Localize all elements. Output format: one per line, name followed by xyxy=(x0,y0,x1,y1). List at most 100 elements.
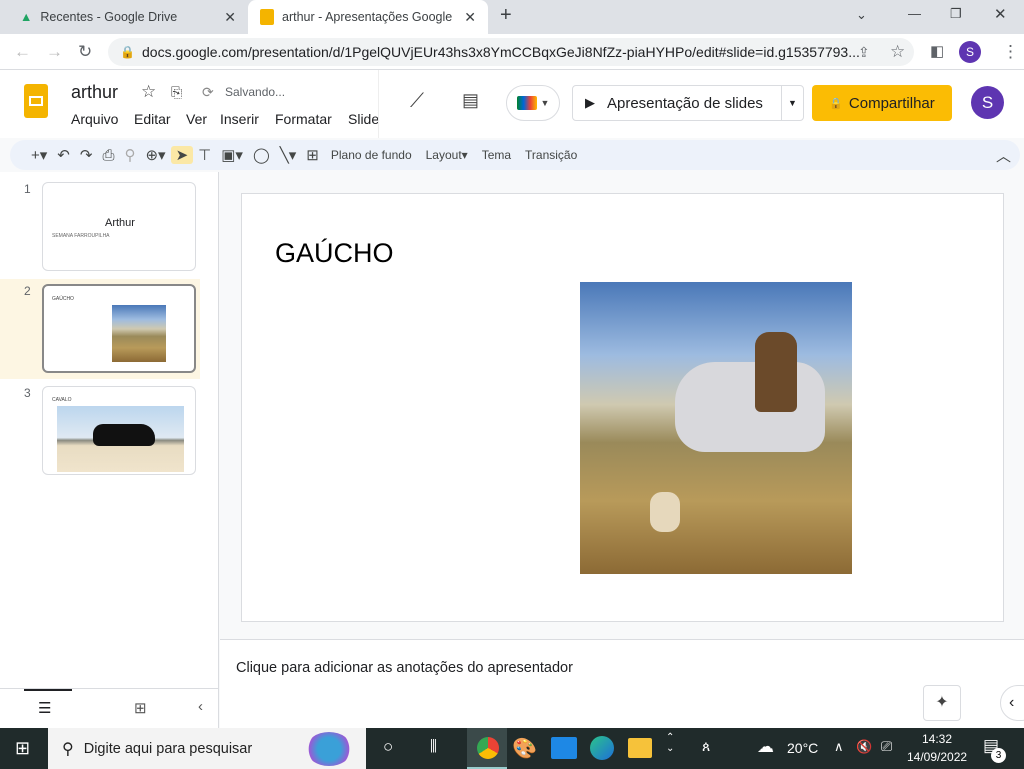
meet-button[interactable]: ▼ xyxy=(506,85,560,121)
show-hidden-icons[interactable]: ∧ xyxy=(834,739,844,755)
line-icon[interactable]: ╲▾ xyxy=(275,146,302,164)
side-panel-icon[interactable]: ◧ xyxy=(930,42,944,60)
layout-label: Layout xyxy=(425,148,462,162)
shape-icon[interactable]: ◯ xyxy=(248,146,275,164)
slide-thumbnail-2[interactable]: GAÚCHO xyxy=(42,284,196,373)
saving-icon: ⟳ xyxy=(202,84,214,100)
close-window-icon[interactable]: ✕ xyxy=(994,5,1007,23)
lock-icon: 🔒 xyxy=(829,97,843,110)
filmstrip-footer: ☰ ⊞ ‹ xyxy=(0,688,219,728)
mail-icon[interactable] xyxy=(551,737,577,759)
search-highlight-globe-icon xyxy=(306,731,352,766)
chevron-down-icon: ▼ xyxy=(540,98,550,108)
notes-placeholder: Clique para adicionar as anotações do ap… xyxy=(236,660,573,676)
share-button[interactable]: 🔒 Compartilhar xyxy=(812,85,952,121)
windows-start-icon[interactable]: ⊞ xyxy=(15,738,30,759)
slide-thumbnail-1[interactable]: Arthur SEMANA FARROUPILHA xyxy=(42,182,196,271)
slide-number: 1 xyxy=(24,182,31,196)
undo-icon[interactable]: ↶ xyxy=(52,146,75,164)
back-icon[interactable]: ← xyxy=(14,42,31,62)
slide-title[interactable]: GAÚCHO xyxy=(275,238,394,269)
filmstrip-view-icon[interactable]: ☰ xyxy=(38,699,51,717)
slideshow-options-chevron-icon[interactable]: ▼ xyxy=(781,85,803,121)
browser-tab-bar: ▲ Recentes - Google Drive ✕ arthur - Apr… xyxy=(0,0,1024,34)
url-text: docs.google.com/presentation/d/1PgelQUVj… xyxy=(142,44,860,60)
account-avatar[interactable]: S xyxy=(971,86,1004,119)
gaucho-horse-image[interactable] xyxy=(580,282,852,574)
minimize-icon[interactable]: — xyxy=(908,6,921,21)
paint-icon[interactable]: 🎨 xyxy=(512,736,537,761)
slideshow-button[interactable]: ▶ Apresentação de slides ▼ xyxy=(572,85,804,121)
menu-arquivo[interactable]: Arquivo xyxy=(71,111,118,127)
url-input[interactable]: 🔒 docs.google.com/presentation/d/1PgelQU… xyxy=(108,38,914,66)
menu-editar[interactable]: Editar xyxy=(134,111,171,127)
close-tab-icon[interactable]: ✕ xyxy=(224,9,236,26)
taskbar-scroll-icon[interactable]: ⌃ ⌄ xyxy=(666,732,674,754)
bookmark-star-icon[interactable]: ☆ xyxy=(890,42,905,62)
tab-search-icon[interactable]: ⌄ xyxy=(856,7,867,23)
filmstrip: 1 Arthur SEMANA FARROUPILHA 2 GAÚCHO 3 C… xyxy=(0,172,219,688)
search-icon: ⚲ xyxy=(62,740,74,758)
background-button[interactable]: Plano de fundo xyxy=(324,148,419,162)
chrome-taskbar-button[interactable] xyxy=(467,728,507,769)
image-icon[interactable]: ▣▾ xyxy=(216,146,248,164)
comment-add-icon[interactable]: ⊞ xyxy=(301,146,324,164)
menu-slide[interactable]: Slide xyxy=(348,111,378,127)
menu-formatar[interactable]: Formatar xyxy=(275,111,332,127)
theme-button[interactable]: Tema xyxy=(475,148,518,162)
temperature[interactable]: 20°C xyxy=(787,740,818,756)
comments-icon[interactable]: ▤ xyxy=(462,90,479,111)
restore-icon[interactable]: ❐ xyxy=(950,6,962,22)
clock-time[interactable]: 14:32 xyxy=(922,732,952,746)
sparkle-icon: ✦ xyxy=(935,694,949,711)
thumb-title: Arthur xyxy=(105,217,135,229)
close-tab-icon[interactable]: ✕ xyxy=(464,9,476,26)
tab-google-drive[interactable]: ▲ Recentes - Google Drive ✕ xyxy=(8,0,248,34)
share-page-icon[interactable]: ⇪ xyxy=(858,44,870,61)
meet-icon xyxy=(516,96,537,110)
forward-icon[interactable]: → xyxy=(46,42,63,62)
network-icon[interactable]: ⎚ xyxy=(881,738,892,755)
print-icon[interactable]: ⎙ xyxy=(97,147,119,164)
slides-logo-icon[interactable] xyxy=(24,84,48,118)
tab-google-slides[interactable]: arthur - Apresentações Google ✕ xyxy=(248,0,488,34)
slide-thumbnail-3[interactable]: CAVALO xyxy=(42,386,196,475)
collapse-filmstrip-icon[interactable]: ‹ xyxy=(198,698,203,715)
new-slide-icon[interactable]: +▾ xyxy=(26,146,52,164)
menu-inserir[interactable]: Inserir xyxy=(220,111,259,127)
star-icon[interactable]: ☆ xyxy=(141,82,156,102)
play-icon: ▶ xyxy=(585,95,595,110)
weather-cloud-icon[interactable]: ☁ xyxy=(757,737,774,757)
layout-button[interactable]: Layout▾ xyxy=(419,148,475,162)
browser-menu-icon[interactable]: ⋮ xyxy=(1002,42,1019,62)
edge-icon[interactable] xyxy=(590,736,614,760)
new-tab-icon[interactable]: + xyxy=(500,4,512,27)
transition-button[interactable]: Transição xyxy=(518,148,584,162)
speaker-notes[interactable]: Clique para adicionar as anotações do ap… xyxy=(220,639,1024,728)
file-explorer-icon[interactable] xyxy=(628,738,652,758)
cortana-icon[interactable]: ○ xyxy=(383,737,393,757)
people-icon[interactable]: ጰ xyxy=(702,738,710,755)
side-panel-toggle[interactable]: ‹ xyxy=(1000,685,1024,721)
share-label: Compartilhar xyxy=(848,94,935,112)
document-title[interactable]: arthur xyxy=(71,82,118,103)
paint-format-icon[interactable]: ⚲ xyxy=(119,146,140,164)
task-view-icon[interactable]: ⫼ xyxy=(430,738,437,755)
text-box-icon[interactable]: ⊤ xyxy=(193,146,216,164)
grid-view-icon[interactable]: ⊞ xyxy=(134,699,147,717)
slide-canvas[interactable]: GAÚCHO xyxy=(241,193,1004,622)
select-cursor-icon[interactable]: ➤ xyxy=(170,146,194,164)
profile-avatar[interactable]: S xyxy=(959,41,981,63)
reload-icon[interactable]: ↻ xyxy=(78,42,92,62)
activity-trend-icon[interactable]: ⟋ xyxy=(410,90,424,113)
clock-date[interactable]: 14/09/2022 xyxy=(907,750,967,764)
lock-icon: 🔒 xyxy=(120,45,135,59)
zoom-icon[interactable]: ⊕▾ xyxy=(140,146,170,164)
volume-muted-icon[interactable]: 🔇 xyxy=(856,739,872,755)
collapse-toolbar-icon[interactable]: ︿ xyxy=(991,145,1016,166)
taskbar-search-box[interactable]: ⚲ Digite aqui para pesquisar xyxy=(48,728,366,769)
redo-icon[interactable]: ↷ xyxy=(75,146,98,164)
move-folder-icon[interactable]: ⎘ xyxy=(171,84,182,101)
menu-ver[interactable]: Ver xyxy=(186,111,207,127)
explore-button[interactable]: ✦ xyxy=(923,685,961,721)
